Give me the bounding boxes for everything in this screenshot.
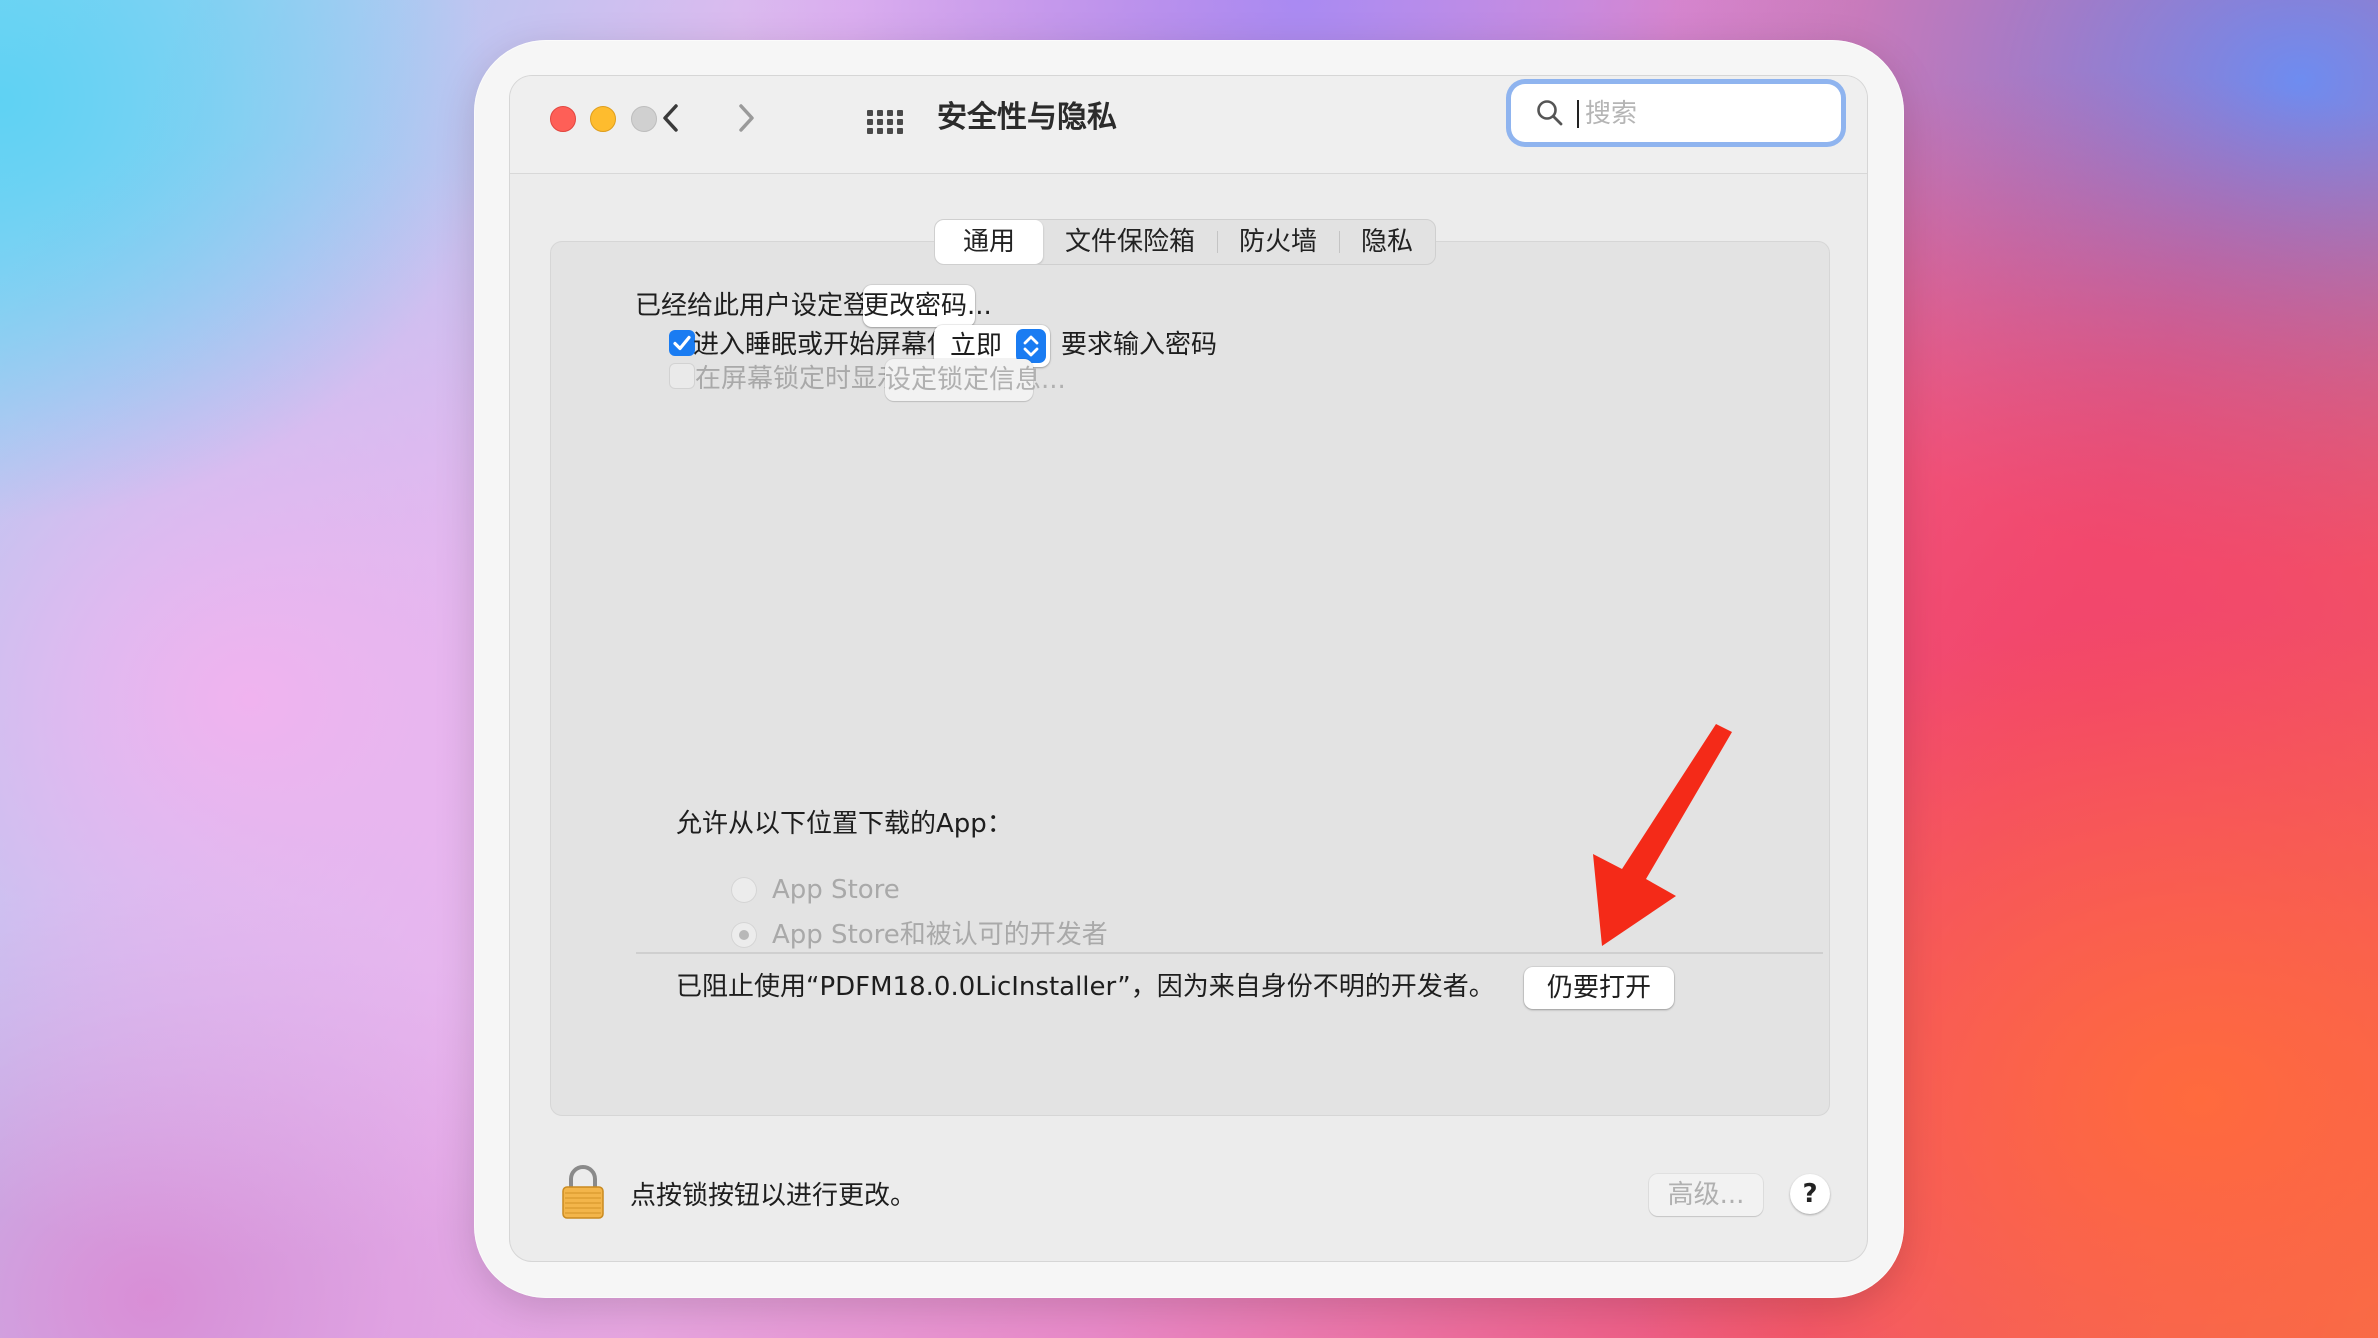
title-bar: 安全性与隐私 xyxy=(510,76,1867,174)
advanced-button[interactable]: 高级... xyxy=(1649,1174,1763,1216)
radio-app-store-and-identified-label: App Store和被认可的开发者 xyxy=(772,920,1108,950)
tab-general[interactable]: 通用 xyxy=(935,220,1044,264)
search-field[interactable] xyxy=(1511,84,1841,142)
forward-button[interactable] xyxy=(725,96,765,140)
close-window-button[interactable] xyxy=(550,106,576,132)
downloads-heading: 允许从以下位置下载的App： xyxy=(676,809,1013,839)
back-chevron-icon xyxy=(663,104,678,132)
lock-hint-text: 点按锁按钮以进行更改。 xyxy=(630,1181,917,1211)
require-password-checkbox[interactable] xyxy=(669,330,695,356)
search-icon xyxy=(1537,100,1563,126)
forward-chevron-icon xyxy=(739,104,754,132)
require-password-suffix: 要求输入密码 xyxy=(1061,330,1218,360)
open-anyway-button[interactable]: 仍要打开 xyxy=(1524,967,1674,1009)
tab-filevault[interactable]: 文件保险箱 xyxy=(1043,220,1217,264)
show-lock-message-checkbox[interactable] xyxy=(669,363,695,389)
grid-icon xyxy=(867,110,903,134)
show-all-button[interactable] xyxy=(865,102,905,142)
radio-app-store-label: App Store xyxy=(772,875,900,905)
radio-app-store-and-identified[interactable] xyxy=(731,922,757,948)
annotation-arrow xyxy=(1593,724,1732,946)
change-password-button[interactable]: 更改密码... xyxy=(863,285,992,327)
tab-bar: 通用 文件保险箱 防火墙 隐私 xyxy=(934,219,1437,265)
text-caret xyxy=(1577,100,1579,128)
preferences-window: 安全性与隐私 已经给此用户设定登录密码 更改密码... 进入睡眠或开始屏幕保护程… xyxy=(510,76,1867,1261)
tab-privacy[interactable]: 隐私 xyxy=(1339,220,1435,264)
lock-button[interactable] xyxy=(560,1164,606,1220)
blocked-app-message: 已阻止使用“PDFM18.0.0LicInstaller”，因为来自身份不明的开… xyxy=(676,972,1495,1002)
search-input[interactable] xyxy=(1583,94,1827,134)
minimize-window-button[interactable] xyxy=(590,106,616,132)
help-button[interactable]: ? xyxy=(1790,1174,1830,1214)
back-button[interactable] xyxy=(652,96,692,140)
lock-icon xyxy=(562,1165,604,1219)
select-arrows-icon xyxy=(1016,329,1046,363)
window-title: 安全性与隐私 xyxy=(937,100,1117,135)
set-lock-message-button[interactable]: 设定锁定信息... xyxy=(885,359,1066,401)
radio-app-store[interactable] xyxy=(731,877,757,903)
tab-firewall[interactable]: 防火墙 xyxy=(1217,220,1339,264)
checkmark-icon xyxy=(673,335,691,351)
